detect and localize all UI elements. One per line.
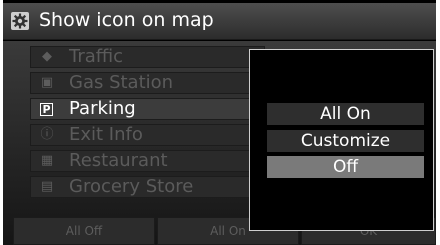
settings-gear-icon bbox=[11, 12, 29, 30]
menu-item-label: Gas Station bbox=[69, 72, 174, 93]
option-customize[interactable]: Customize bbox=[267, 130, 424, 152]
menu-item-label: Restaurant bbox=[69, 150, 168, 171]
menu-item-gas-station[interactable]: ▣ Gas Station bbox=[30, 72, 265, 94]
page-title: Show icon on map bbox=[39, 9, 214, 31]
grocery-store-icon: ▤ bbox=[40, 179, 54, 194]
menu-item-label: Exit Info bbox=[69, 124, 143, 145]
menu-item-restaurant[interactable]: ▦ Restaurant bbox=[30, 150, 265, 172]
restaurant-icon: ▦ bbox=[40, 153, 54, 168]
menu-item-parking[interactable]: P Parking bbox=[30, 98, 265, 120]
menu-item-exit-info[interactable]: ⓘ Exit Info bbox=[30, 124, 265, 146]
all-off-button[interactable]: All Off bbox=[13, 217, 155, 245]
menu-item-traffic[interactable]: ◆ Traffic bbox=[30, 46, 265, 68]
traffic-icon: ◆ bbox=[42, 49, 52, 64]
menu-item-label: Grocery Store bbox=[69, 176, 194, 197]
parking-icon: P bbox=[40, 103, 53, 116]
option-all-on[interactable]: All On bbox=[267, 103, 424, 125]
menu-item-grocery-store[interactable]: ▤ Grocery Store bbox=[30, 176, 265, 198]
nav-screen: Show icon on map ◆ Traffic ▣ Gas Station… bbox=[3, 0, 436, 245]
menu-item-label: Parking bbox=[69, 98, 136, 119]
menu-item-label: Traffic bbox=[69, 46, 124, 67]
exit-info-icon: ⓘ bbox=[40, 127, 54, 142]
title-bar: Show icon on map bbox=[3, 3, 436, 40]
option-popup: All On Customize Off bbox=[249, 49, 434, 231]
gas-station-icon: ▣ bbox=[40, 75, 54, 90]
option-off[interactable]: Off bbox=[267, 156, 424, 178]
